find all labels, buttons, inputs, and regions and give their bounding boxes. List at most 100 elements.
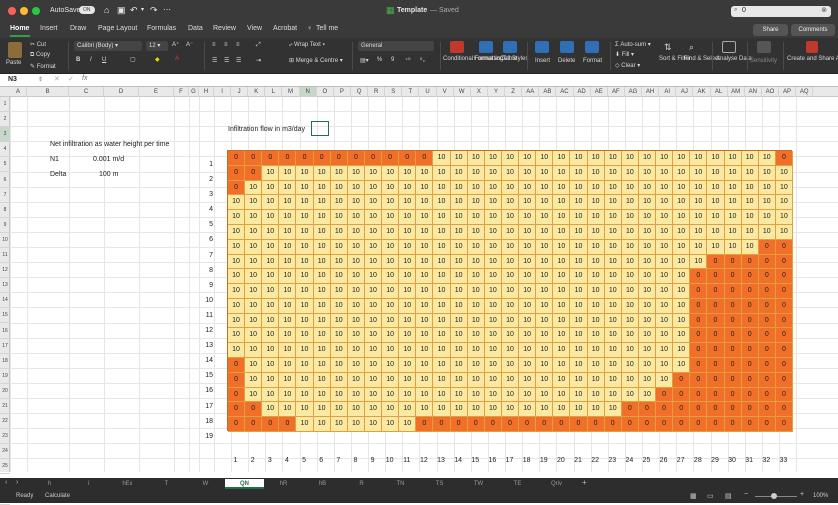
grid-cell[interactable]: 10 xyxy=(279,358,297,373)
grid-column-label[interactable]: 26 xyxy=(655,457,672,464)
grid-cell[interactable]: 10 xyxy=(519,313,537,329)
grid-cell[interactable]: 10 xyxy=(245,313,263,329)
grid-cell[interactable]: 10 xyxy=(330,284,348,299)
grid-cell[interactable]: 10 xyxy=(570,402,588,418)
grid-cell[interactable]: 0 xyxy=(707,284,725,299)
column-header[interactable]: AB xyxy=(539,87,557,97)
clear-button[interactable]: ◇ Clear ▾ xyxy=(615,62,640,69)
grid-cell[interactable]: 10 xyxy=(501,195,520,211)
row-header[interactable]: 25 xyxy=(0,459,10,475)
grid-cell[interactable]: 10 xyxy=(604,328,622,344)
grid-cell[interactable]: 10 xyxy=(399,165,417,181)
grid-column-label[interactable]: 20 xyxy=(552,457,569,464)
row-header[interactable]: 24 xyxy=(0,444,10,460)
column-header[interactable]: AH xyxy=(642,87,660,97)
find-select-icon[interactable]: ⌕ xyxy=(689,42,694,53)
grid-cell[interactable]: 10 xyxy=(364,224,383,240)
tab-review[interactable]: Review xyxy=(213,25,236,32)
grid-cell[interactable]: 10 xyxy=(758,151,776,166)
row-header[interactable]: 3 xyxy=(0,127,10,143)
grid-cell[interactable]: 10 xyxy=(399,269,417,285)
fill-color-icon[interactable]: ◆ xyxy=(155,56,160,63)
grid-cell[interactable]: 10 xyxy=(587,254,605,270)
grid-cell[interactable]: 10 xyxy=(741,180,759,196)
column-header[interactable]: AA xyxy=(522,87,540,97)
grid-cell[interactable]: 10 xyxy=(775,165,793,181)
grid-cell[interactable]: 0 xyxy=(741,358,759,373)
column-header[interactable]: M xyxy=(282,87,300,97)
grid-cell[interactable]: 0 xyxy=(724,254,742,270)
grid-cell[interactable]: 10 xyxy=(758,195,776,211)
grid-cell[interactable]: 0 xyxy=(228,417,246,432)
grid-cell[interactable]: 10 xyxy=(553,284,571,299)
grid-cell[interactable]: 10 xyxy=(775,224,793,240)
grid-cell[interactable]: 0 xyxy=(673,402,691,418)
adobe-pdf-icon[interactable] xyxy=(806,41,818,53)
grid-cell[interactable]: 10 xyxy=(262,224,280,240)
grid-cell[interactable]: 0 xyxy=(707,358,725,373)
grid-cell[interactable]: 10 xyxy=(553,402,571,418)
grid-cell[interactable]: 10 xyxy=(467,165,485,181)
grid-cell[interactable]: 10 xyxy=(399,328,417,344)
grid-cell[interactable]: 10 xyxy=(296,358,314,373)
grid-cell[interactable]: 0 xyxy=(313,151,331,166)
zoom-slider-thumb[interactable] xyxy=(771,493,777,499)
row-header[interactable]: 17 xyxy=(0,339,10,354)
grid-cell[interactable]: 10 xyxy=(364,328,383,344)
tab-page-layout[interactable]: Page Layout xyxy=(98,25,137,32)
grid-cell[interactable]: 0 xyxy=(399,151,417,166)
grid-cell[interactable]: 10 xyxy=(433,269,451,285)
column-header[interactable]: AP xyxy=(779,87,797,97)
grid-cell[interactable]: 10 xyxy=(279,387,297,403)
grid-cell[interactable]: 10 xyxy=(587,313,605,329)
grid-cell[interactable]: 10 xyxy=(279,313,297,329)
grid-cell[interactable]: 10 xyxy=(330,165,348,181)
grid-cell[interactable]: 10 xyxy=(399,343,417,359)
grid-cell[interactable]: 10 xyxy=(364,372,383,388)
grid-cell[interactable]: 10 xyxy=(501,343,520,359)
column-header[interactable]: AM xyxy=(728,87,745,97)
grid-cell[interactable]: 0 xyxy=(228,402,246,418)
grid-column-label[interactable]: 8 xyxy=(347,457,364,464)
grid-cell[interactable]: 0 xyxy=(707,269,725,285)
grid-cell[interactable]: 10 xyxy=(296,269,314,285)
column-header[interactable]: AF xyxy=(608,87,625,97)
grid-column-label[interactable]: 18 xyxy=(518,457,535,464)
percent-icon[interactable]: % xyxy=(377,57,382,63)
grid-cell[interactable]: 0 xyxy=(621,417,639,432)
grid-cell[interactable]: 10 xyxy=(433,372,451,388)
autosum-button[interactable]: Σ Auto-sum ▾ xyxy=(615,41,651,48)
grid-cell[interactable]: 0 xyxy=(364,151,383,166)
grid-cell[interactable]: 10 xyxy=(467,151,485,166)
grid-column-label[interactable]: 3 xyxy=(261,457,278,464)
grid-cell[interactable]: 10 xyxy=(296,313,314,329)
grid-cell[interactable]: 10 xyxy=(364,402,383,418)
grid-cell[interactable]: 10 xyxy=(416,224,434,240)
grid-cell[interactable]: 10 xyxy=(587,328,605,344)
grid-cell[interactable]: 0 xyxy=(775,343,793,359)
grid-cell[interactable]: 10 xyxy=(656,224,674,240)
grid-cell[interactable]: 10 xyxy=(484,313,502,329)
grid-cell[interactable]: 10 xyxy=(604,195,622,211)
grid-cell[interactable]: 0 xyxy=(638,402,657,418)
grid-cell[interactable]: 10 xyxy=(467,402,485,418)
grid-cell[interactable]: 10 xyxy=(638,151,657,166)
grid-cell[interactable]: 10 xyxy=(570,269,588,285)
page-layout-view-icon[interactable]: ▭ xyxy=(707,492,714,500)
grid-cell[interactable]: 0 xyxy=(433,417,451,432)
tab-insert[interactable]: Insert xyxy=(40,25,58,32)
grid-column-label[interactable]: 19 xyxy=(535,457,552,464)
grid-cell[interactable]: 10 xyxy=(638,254,657,270)
grid-cell[interactable]: 10 xyxy=(382,298,400,314)
grid-cell[interactable]: 10 xyxy=(467,269,485,285)
grid-cell[interactable]: 10 xyxy=(519,165,537,181)
grid-cell[interactable]: 10 xyxy=(553,165,571,181)
grid-cell[interactable]: 10 xyxy=(501,224,520,240)
grid-cell[interactable]: 10 xyxy=(313,284,331,299)
grid-column-label[interactable]: 6 xyxy=(313,457,330,464)
grid-cell[interactable]: 10 xyxy=(347,298,365,314)
grid-cell[interactable]: 10 xyxy=(741,210,759,225)
grid-cell[interactable]: 10 xyxy=(262,210,280,225)
grid-cell[interactable]: 0 xyxy=(707,343,725,359)
grid-cell[interactable]: 0 xyxy=(741,328,759,344)
